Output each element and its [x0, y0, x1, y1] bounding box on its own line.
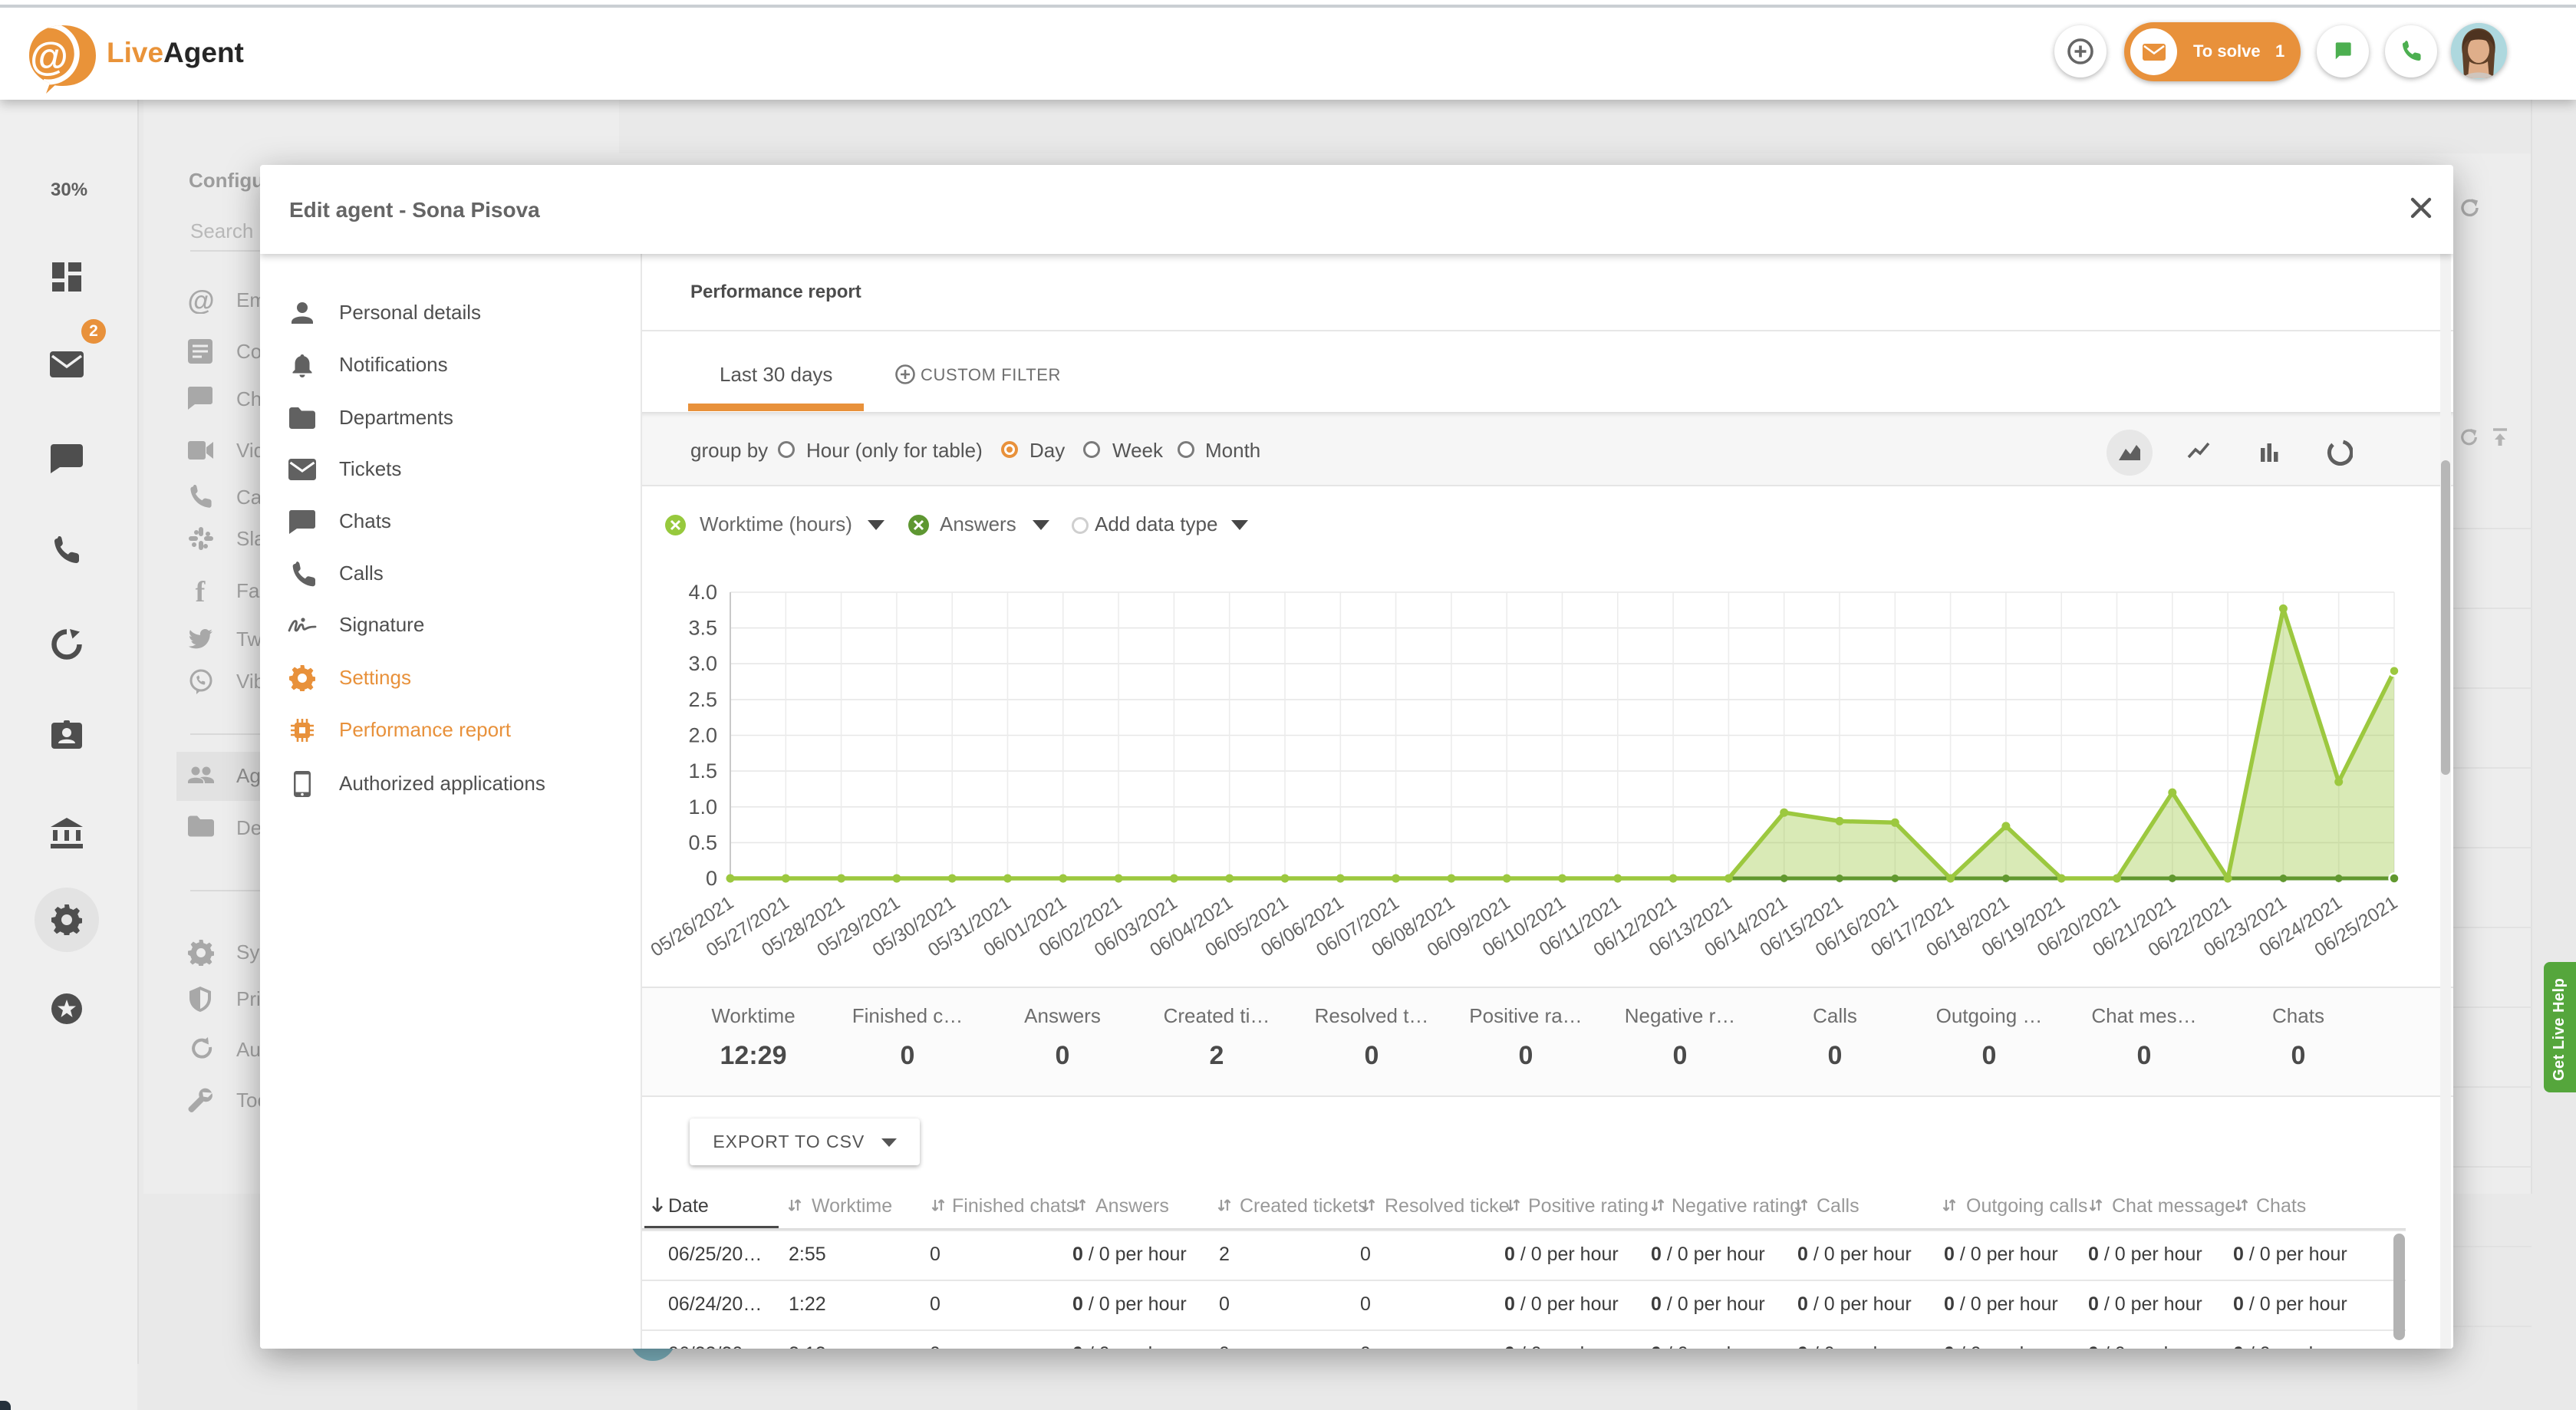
svg-text:@: @	[30, 35, 68, 78]
svg-text:3.0: 3.0	[688, 652, 717, 675]
svg-text:1.0: 1.0	[688, 796, 717, 819]
svg-text:f: f	[196, 578, 206, 605]
svg-text:1.5: 1.5	[688, 759, 717, 782]
svg-text:3.5: 3.5	[688, 617, 717, 640]
svg-text:0.5: 0.5	[688, 831, 717, 854]
svg-text:@: @	[188, 288, 214, 314]
svg-text:2.0: 2.0	[688, 724, 717, 747]
svg-text:2.5: 2.5	[688, 688, 717, 711]
svg-text:4.0: 4.0	[688, 581, 717, 604]
svg-text:0: 0	[706, 867, 717, 890]
